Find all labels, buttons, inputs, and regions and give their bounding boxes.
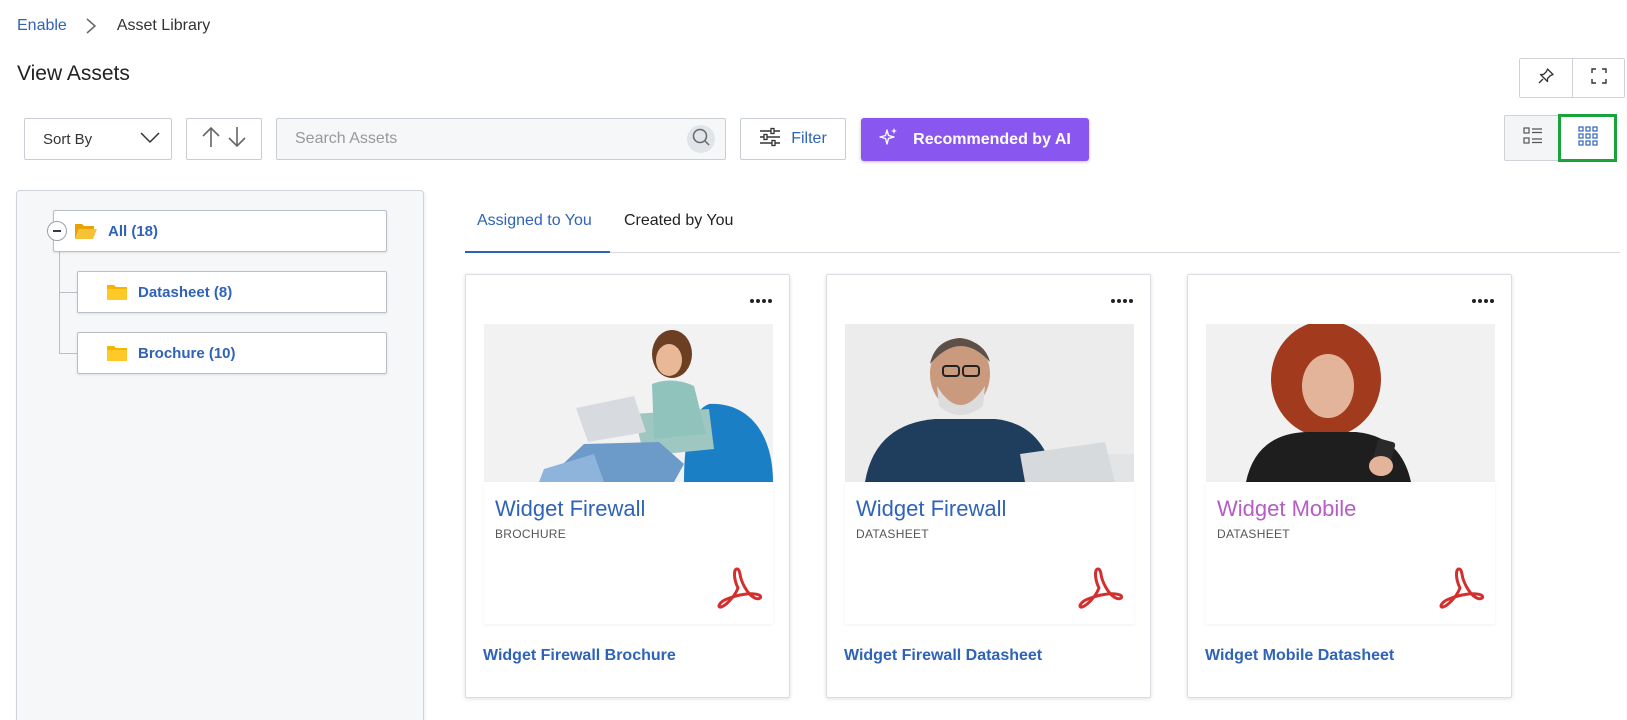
asset-tabs: Assigned to You Created by You [465, 200, 1620, 253]
filter-button[interactable]: Filter [740, 118, 846, 160]
recommended-by-ai-button[interactable]: Recommended by AI [861, 118, 1089, 161]
chevron-right-icon [81, 16, 101, 36]
filter-label: Filter [791, 130, 827, 147]
collapse-toggle-button[interactable] [47, 221, 67, 241]
asset-card[interactable]: Widget Mobile DATASHEET Widget Mobile Da… [1187, 274, 1512, 698]
sort-order-button[interactable] [186, 118, 262, 160]
minus-icon [53, 230, 61, 232]
tree-connector [59, 252, 60, 353]
asset-card[interactable]: Widget Firewall BROCHURE Widget Firewall… [465, 274, 790, 698]
folder-icon [106, 283, 128, 301]
asset-link[interactable]: Widget Firewall Brochure [483, 647, 676, 665]
folder-open-icon [74, 221, 98, 241]
breadcrumb-current: Asset Library [116, 17, 211, 34]
page-actions [1519, 58, 1625, 98]
asset-link[interactable]: Widget Firewall Datasheet [844, 647, 1042, 665]
tree-node-all[interactable]: All (18) [53, 210, 387, 252]
search-box [276, 118, 726, 160]
fullscreen-button[interactable] [1572, 59, 1624, 97]
asset-title: Widget Firewall [495, 496, 646, 521]
view-toggle [1504, 114, 1617, 162]
breadcrumb-enable-link[interactable]: Enable [17, 17, 67, 35]
folder-tree-panel: All (18) Datasheet (8) Brochure (10) [16, 190, 424, 720]
sliders-icon [759, 127, 781, 152]
page-title: View Assets [17, 62, 130, 85]
tab-created-by-you[interactable]: Created by You [624, 212, 733, 230]
sparkle-icon [879, 127, 899, 152]
pdf-icon [1439, 566, 1485, 615]
asset-type: DATASHEET [856, 527, 929, 541]
grid-view-button[interactable] [1558, 114, 1617, 162]
tree-connector [59, 353, 77, 354]
asset-type: BROCHURE [495, 527, 567, 541]
active-tab-indicator [465, 251, 610, 253]
list-view-button[interactable] [1505, 116, 1560, 160]
pdf-icon [717, 566, 763, 615]
more-options-icon[interactable] [1111, 299, 1133, 303]
chevron-down-icon [140, 131, 160, 148]
grid-view-icon [1578, 125, 1598, 151]
tree-connector [59, 292, 77, 293]
asset-link[interactable]: Widget Mobile Datasheet [1205, 647, 1394, 665]
list-view-icon [1522, 126, 1543, 150]
asset-title: Widget Firewall [856, 496, 1007, 521]
asset-title: Widget Mobile [1217, 496, 1357, 521]
expand-icon [1590, 67, 1608, 90]
pdf-icon [1078, 566, 1124, 615]
sort-by-select[interactable]: Sort By [24, 118, 172, 160]
search-input[interactable] [295, 130, 687, 148]
tree-node-brochure[interactable]: Brochure (10) [77, 332, 387, 374]
asset-card-body: Widget Firewall DATASHEET [845, 482, 1134, 624]
ai-button-label: Recommended by AI [913, 130, 1071, 148]
asset-thumbnail [484, 324, 773, 482]
sort-by-label: Sort By [43, 130, 93, 148]
folder-icon [106, 344, 128, 362]
search-button[interactable] [687, 125, 715, 153]
search-icon [691, 127, 711, 152]
more-options-icon[interactable] [750, 299, 772, 303]
asset-thumbnail [845, 324, 1134, 482]
tree-node-label: Datasheet (8) [138, 283, 233, 301]
asset-card-body: Widget Firewall BROCHURE [484, 482, 773, 624]
asset-card[interactable]: Widget Firewall DATASHEET Widget Firewal… [826, 274, 1151, 698]
tree-node-datasheet[interactable]: Datasheet (8) [77, 271, 387, 313]
asset-card-body: Widget Mobile DATASHEET [1206, 482, 1495, 624]
arrow-up-icon [201, 125, 221, 154]
pin-icon [1537, 67, 1555, 90]
tree-node-label: All (18) [108, 222, 159, 240]
asset-thumbnail [1206, 324, 1495, 482]
pin-button[interactable] [1520, 59, 1572, 97]
more-options-icon[interactable] [1472, 299, 1494, 303]
tree-node-label: Brochure (10) [138, 344, 236, 362]
tab-assigned-to-you[interactable]: Assigned to You [477, 212, 592, 230]
arrow-down-icon [227, 125, 247, 154]
breadcrumb: Enable Asset Library [17, 16, 210, 36]
asset-type: DATASHEET [1217, 527, 1290, 541]
